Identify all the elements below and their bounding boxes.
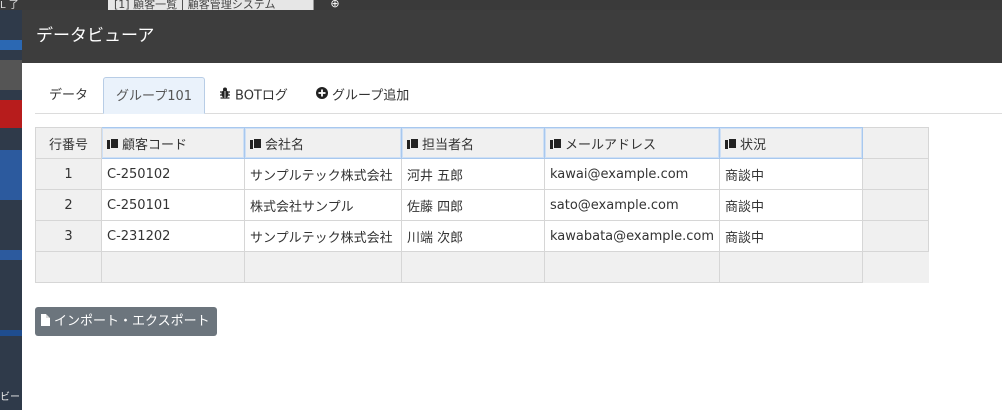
grid-cell[interactable]: sato@example.com xyxy=(544,189,720,221)
empty-row xyxy=(35,251,929,283)
grid-cell[interactable]: 商談中 xyxy=(719,189,863,221)
empty-cell[interactable] xyxy=(35,251,102,283)
grid-header-row: 行番号 顧客コード 会社名 担当者名 メールアドレス 状況 xyxy=(35,127,929,159)
copy-icon[interactable] xyxy=(107,137,119,150)
table-row: 3 C-231202 サンプルテック株式会社 川端 次郎 kawabata@ex… xyxy=(35,220,929,252)
column-header[interactable]: 状況 xyxy=(719,127,863,159)
tab-label: BOTログ xyxy=(235,88,288,104)
grid-cell[interactable]: C-250101 xyxy=(101,189,245,221)
filler-cell xyxy=(862,220,929,252)
background-sidebar-block xyxy=(0,250,22,260)
plus-circle-icon xyxy=(316,77,328,115)
grid-cell[interactable]: C-231202 xyxy=(101,220,245,252)
grid-cell[interactable]: サンプルテック株式会社 xyxy=(244,158,402,190)
empty-cell[interactable] xyxy=(244,251,402,283)
grid-cell[interactable]: 川端 次郎 xyxy=(401,220,545,252)
empty-cell[interactable] xyxy=(544,251,720,283)
grid-cell[interactable]: kawai@example.com xyxy=(544,158,720,190)
row-number[interactable]: 2 xyxy=(35,189,102,221)
modal-title: データビューア xyxy=(36,26,155,46)
copy-icon[interactable] xyxy=(550,137,562,150)
column-header-label: 会社名 xyxy=(265,137,305,153)
filler-cell xyxy=(862,158,929,190)
column-header[interactable]: 会社名 xyxy=(244,127,402,159)
background-sidebar-text: ビー xyxy=(0,392,20,403)
column-header[interactable]: メールアドレス xyxy=(544,127,720,159)
grid-cell[interactable]: 商談中 xyxy=(719,158,863,190)
table-row: 1 C-250102 サンプルテック株式会社 河井 五郎 kawai@examp… xyxy=(35,158,929,190)
background-sidebar-block xyxy=(0,40,22,50)
background-sidebar-block xyxy=(0,60,22,90)
copy-icon[interactable] xyxy=(250,137,262,150)
tab-add-group[interactable]: グループ追加 xyxy=(316,77,409,112)
empty-cell[interactable] xyxy=(101,251,245,283)
empty-cell[interactable] xyxy=(719,251,863,283)
grid-cell[interactable]: 佐藤 四郎 xyxy=(401,189,545,221)
column-header[interactable]: 担当者名 xyxy=(401,127,545,159)
tab-group101[interactable]: グループ101 xyxy=(103,77,205,114)
tab-label: グループ101 xyxy=(115,89,193,104)
copy-icon[interactable] xyxy=(725,137,737,150)
filler-cell xyxy=(862,251,929,283)
row-number[interactable]: 1 xyxy=(35,158,102,190)
background-browser-tab[interactable]: [1] 顧客一覧 | 顧客管理システム xyxy=(108,0,314,10)
tab-bot-log[interactable]: BOTログ xyxy=(219,77,288,112)
background-brand: L 了 xyxy=(0,0,19,11)
background-sidebar-block xyxy=(0,100,22,128)
filler-cell xyxy=(862,189,929,221)
filler-cell xyxy=(862,127,929,159)
grid-cell[interactable]: kawabata@example.com xyxy=(544,220,720,252)
grid-cell[interactable]: C-250102 xyxy=(101,158,245,190)
modal-header: データビューア xyxy=(22,10,1002,63)
copy-icon[interactable] xyxy=(407,137,419,150)
empty-cell[interactable] xyxy=(401,251,545,283)
import-export-label: インポート・エクスポート xyxy=(54,314,210,329)
row-number[interactable]: 3 xyxy=(35,220,102,252)
tab-bar: データ グループ101 BOTログ グループ追加 xyxy=(35,77,1002,114)
tab-label: グループ追加 xyxy=(332,88,410,104)
grid-cell[interactable]: 河井 五郎 xyxy=(401,158,545,190)
bug-icon xyxy=(219,77,231,115)
import-export-button[interactable]: インポート・エクスポート xyxy=(35,307,217,336)
tab-data[interactable]: データ xyxy=(49,77,88,112)
grid-cell[interactable]: サンプルテック株式会社 xyxy=(244,220,402,252)
column-header[interactable]: 顧客コード xyxy=(101,127,245,159)
column-header-label: 顧客コード xyxy=(122,137,188,153)
grid-cell[interactable]: 株式会社サンプル xyxy=(244,189,402,221)
grid-cell[interactable]: 商談中 xyxy=(719,220,863,252)
background-sidebar-block xyxy=(0,330,22,336)
rownum-header[interactable]: 行番号 xyxy=(35,127,102,159)
column-header-label: 担当者名 xyxy=(422,137,475,153)
column-header-label: 状況 xyxy=(740,137,767,153)
background-add-tab-icon[interactable]: ⊕ xyxy=(328,0,342,10)
file-icon xyxy=(41,314,50,326)
background-sidebar-block xyxy=(0,150,22,200)
data-grid: 行番号 顧客コード 会社名 担当者名 メールアドレス 状況 1 C-250102… xyxy=(35,127,929,283)
table-row: 2 C-250101 株式会社サンプル 佐藤 四郎 sato@example.c… xyxy=(35,189,929,221)
tab-label: データ xyxy=(49,88,89,103)
data-viewer-modal: データビューア データ グループ101 BOTログ グループ追加 行番号 顧客コ… xyxy=(22,10,1002,410)
column-header-label: メールアドレス xyxy=(565,137,657,153)
